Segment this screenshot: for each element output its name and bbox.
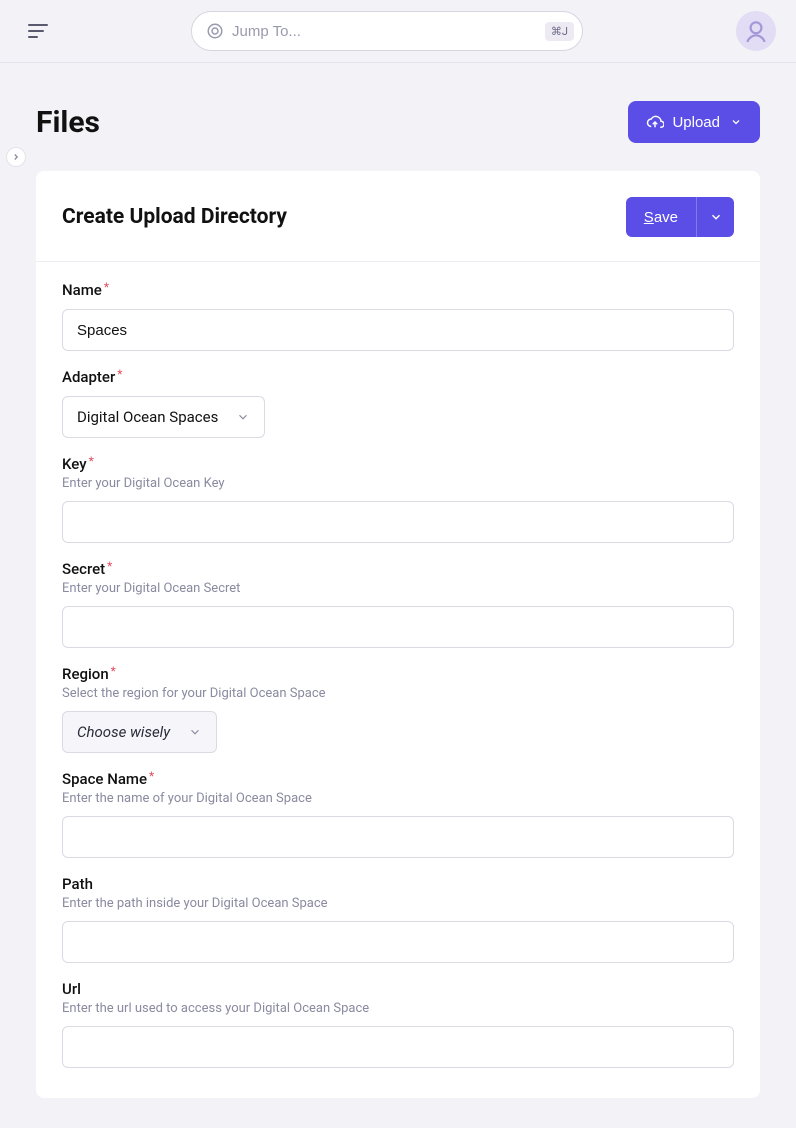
- card-header: Create Upload Directory Save: [36, 171, 760, 262]
- space-name-hint: Enter the name of your Digital Ocean Spa…: [62, 791, 734, 806]
- space-name-input[interactable]: [62, 816, 734, 858]
- field-region: Region* Select the region for your Digit…: [62, 664, 734, 753]
- target-icon: [206, 22, 224, 40]
- page-title: Files: [36, 105, 100, 140]
- field-path: Path Enter the path inside your Digital …: [62, 874, 734, 963]
- space-name-label: Space Name: [62, 770, 147, 788]
- name-label: Name: [62, 281, 102, 299]
- required-marker: *: [104, 280, 109, 294]
- field-key: Key* Enter your Digital Ocean Key: [62, 454, 734, 543]
- upload-label: Upload: [672, 114, 720, 131]
- page-header: Files Upload: [0, 63, 796, 143]
- user-icon: [743, 18, 769, 44]
- secret-label: Secret: [62, 560, 105, 578]
- field-url: Url Enter the url used to access your Di…: [62, 979, 734, 1068]
- card-title: Create Upload Directory: [62, 205, 287, 229]
- field-adapter: Adapter* Digital Ocean Spaces: [62, 367, 734, 438]
- sidebar-expand-toggle[interactable]: [6, 147, 26, 167]
- field-secret: Secret* Enter your Digital Ocean Secret: [62, 559, 734, 648]
- required-marker: *: [111, 664, 116, 678]
- url-input[interactable]: [62, 1026, 734, 1068]
- required-marker: *: [89, 454, 94, 468]
- chevron-down-icon: [709, 210, 723, 224]
- url-hint: Enter the url used to access your Digita…: [62, 1001, 734, 1016]
- cloud-upload-icon: [646, 113, 664, 131]
- chevron-right-icon: [11, 152, 21, 162]
- required-marker: *: [107, 559, 112, 573]
- field-name: Name*: [62, 280, 734, 351]
- content-area: Create Upload Directory Save Name* Adapt…: [0, 143, 796, 1098]
- jump-to-search[interactable]: ⌘J: [191, 11, 583, 51]
- key-hint: Enter your Digital Ocean Key: [62, 476, 734, 491]
- region-selected-value: Choose wisely: [77, 723, 170, 741]
- save-dropdown-button[interactable]: [696, 197, 734, 237]
- region-select[interactable]: Choose wisely: [62, 711, 217, 753]
- name-input[interactable]: [62, 309, 734, 351]
- form: Name* Adapter* Digital Ocean Spaces Key*…: [36, 262, 760, 1098]
- path-hint: Enter the path inside your Digital Ocean…: [62, 896, 734, 911]
- secret-input[interactable]: [62, 606, 734, 648]
- kbd-shortcut: ⌘J: [545, 22, 574, 41]
- region-label: Region: [62, 665, 109, 683]
- adapter-select[interactable]: Digital Ocean Spaces: [62, 396, 265, 438]
- menu-icon[interactable]: [28, 19, 52, 43]
- path-label: Path: [62, 875, 93, 893]
- required-marker: *: [149, 769, 154, 783]
- adapter-selected-value: Digital Ocean Spaces: [77, 408, 218, 426]
- save-button-group: Save: [626, 197, 734, 237]
- key-label: Key: [62, 455, 87, 473]
- avatar[interactable]: [736, 11, 776, 51]
- region-hint: Select the region for your Digital Ocean…: [62, 686, 734, 701]
- topbar: ⌘J: [0, 0, 796, 63]
- path-input[interactable]: [62, 921, 734, 963]
- secret-hint: Enter your Digital Ocean Secret: [62, 581, 734, 596]
- create-upload-directory-card: Create Upload Directory Save Name* Adapt…: [36, 171, 760, 1098]
- required-marker: *: [117, 367, 122, 381]
- url-label: Url: [62, 980, 81, 998]
- key-input[interactable]: [62, 501, 734, 543]
- adapter-label: Adapter: [62, 368, 115, 386]
- jump-to-input[interactable]: [232, 23, 537, 40]
- chevron-down-icon: [730, 116, 742, 128]
- upload-button[interactable]: Upload: [628, 101, 760, 143]
- chevron-down-icon: [236, 410, 250, 424]
- field-space-name: Space Name* Enter the name of your Digit…: [62, 769, 734, 858]
- save-button[interactable]: Save: [626, 197, 696, 237]
- search-wrap: ⌘J: [64, 11, 710, 51]
- chevron-down-icon: [188, 725, 202, 739]
